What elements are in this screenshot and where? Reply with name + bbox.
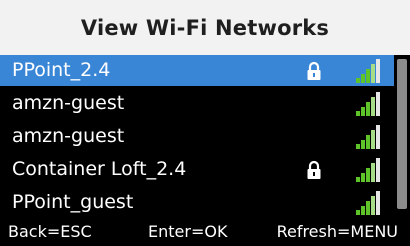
signal-bar <box>366 102 370 116</box>
footer-hints: Back=ESC Enter=OK Refresh=MENU <box>0 218 410 246</box>
signal-bar <box>361 173 365 182</box>
scrollbar[interactable] <box>394 55 410 218</box>
signal-bar <box>361 140 365 149</box>
signal-bar <box>356 177 360 182</box>
signal-bar <box>361 107 365 116</box>
signal-bar <box>376 59 380 83</box>
signal-bar <box>376 158 380 182</box>
wifi-signal-icon <box>356 92 380 116</box>
signal-bar <box>376 125 380 149</box>
signal-bar <box>371 64 375 83</box>
enter-hint: Enter=OK <box>148 222 228 241</box>
signal-bar <box>371 130 375 149</box>
page-title: View Wi-Fi Networks <box>80 15 330 40</box>
signal-bar <box>371 163 375 182</box>
signal-bar <box>361 74 365 83</box>
title-bar: View Wi-Fi Networks <box>0 0 410 55</box>
wifi-signal-icon <box>356 191 380 215</box>
signal-bar <box>376 191 380 215</box>
refresh-hint: Refresh=MENU <box>276 222 398 241</box>
signal-bar <box>361 206 365 215</box>
lock-icon <box>307 61 321 80</box>
signal-bar <box>371 196 375 215</box>
network-row[interactable]: Container Loft_2.4 <box>0 154 394 185</box>
network-name: Container Loft_2.4 <box>12 158 187 180</box>
network-name: amzn-guest <box>12 125 125 147</box>
network-name: PPoint_2.4 <box>12 59 111 81</box>
scrollbar-thumb[interactable] <box>397 59 407 209</box>
network-row[interactable]: amzn-guest <box>0 121 394 152</box>
signal-bar <box>366 168 370 182</box>
wifi-signal-icon <box>356 59 380 83</box>
back-hint: Back=ESC <box>8 222 92 241</box>
network-name: PPoint_guest <box>12 191 134 213</box>
lock-icon <box>307 160 321 179</box>
wifi-networks-screen: View Wi-Fi Networks PPoint_2.4 amzn-gues… <box>0 0 410 246</box>
signal-bar <box>371 97 375 116</box>
signal-bar <box>376 92 380 116</box>
network-row[interactable]: amzn-guest <box>0 88 394 119</box>
network-name: amzn-guest <box>12 92 125 114</box>
signal-bar <box>356 111 360 116</box>
wifi-signal-icon <box>356 158 380 182</box>
signal-bar <box>366 135 370 149</box>
signal-bar <box>356 78 360 83</box>
network-row[interactable]: PPoint_2.4 <box>0 55 394 86</box>
signal-bar <box>366 201 370 215</box>
network-list: PPoint_2.4 amzn-guest amzn-guest Contain… <box>0 55 394 218</box>
signal-bar <box>366 69 370 83</box>
signal-bar <box>356 210 360 215</box>
signal-bar <box>356 144 360 149</box>
network-row[interactable]: PPoint_guest <box>0 187 394 218</box>
wifi-signal-icon <box>356 125 380 149</box>
